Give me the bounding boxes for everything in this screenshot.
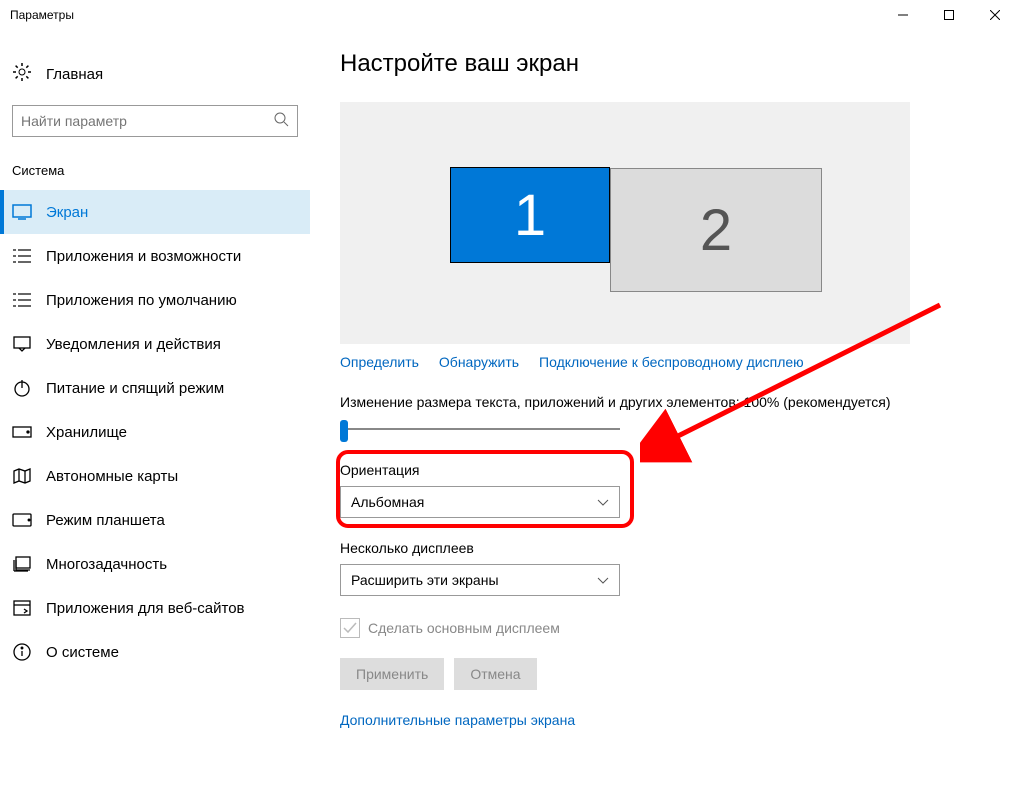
- defaults-icon: [12, 290, 32, 310]
- detect-link[interactable]: Обнаружить: [439, 354, 519, 370]
- sidebar-item-maps[interactable]: Автономные карты: [0, 454, 310, 498]
- nav-label: Приложения для веб-сайтов: [46, 600, 245, 617]
- sidebar-item-default-apps[interactable]: Приложения по умолчанию: [0, 278, 310, 322]
- orientation-label: Ориентация: [340, 462, 988, 478]
- page-title: Настройте ваш экран: [340, 50, 988, 78]
- sidebar-item-power[interactable]: Питание и спящий режим: [0, 366, 310, 410]
- sidebar: Главная Система Экран Приложения и возмо…: [0, 30, 310, 791]
- make-main-checkbox: Сделать основным дисплеем: [340, 618, 988, 638]
- multitask-icon: [12, 554, 32, 574]
- make-main-label: Сделать основным дисплеем: [368, 620, 560, 636]
- sidebar-item-notifications[interactable]: Уведомления и действия: [0, 322, 310, 366]
- nav-label: Автономные карты: [46, 468, 178, 485]
- checkbox-icon: [340, 618, 360, 638]
- sidebar-item-display[interactable]: Экран: [0, 190, 310, 234]
- slider-thumb[interactable]: [340, 420, 348, 442]
- home-label: Главная: [46, 66, 103, 83]
- sidebar-item-apps[interactable]: Приложения и возможности: [0, 234, 310, 278]
- monitor-1[interactable]: 1: [450, 167, 610, 263]
- window-title: Параметры: [10, 8, 74, 22]
- maximize-button[interactable]: [926, 0, 972, 30]
- scale-label: Изменение размера текста, приложений и д…: [340, 394, 988, 410]
- nav-label: Режим планшета: [46, 512, 165, 529]
- apply-button[interactable]: Применить: [340, 658, 444, 690]
- sidebar-item-storage[interactable]: Хранилище: [0, 410, 310, 454]
- window-titlebar: Параметры: [0, 0, 1018, 30]
- wireless-link[interactable]: Подключение к беспроводному дисплею: [539, 354, 804, 370]
- advanced-link[interactable]: Дополнительные параметры экрана: [340, 712, 575, 728]
- sidebar-item-multitask[interactable]: Многозадачность: [0, 542, 310, 586]
- orientation-combo[interactable]: Альбомная: [340, 486, 620, 518]
- tablet-icon: [12, 510, 32, 530]
- slider-track: [340, 428, 620, 430]
- scale-slider[interactable]: [340, 420, 620, 438]
- nav-label: Многозадачность: [46, 556, 167, 573]
- apps-list-icon: [12, 246, 32, 266]
- home-button[interactable]: Главная: [0, 54, 310, 95]
- minimize-button[interactable]: [880, 0, 926, 30]
- display-preview[interactable]: 1 2: [340, 102, 910, 344]
- gear-icon: [12, 62, 32, 87]
- storage-icon: [12, 422, 32, 442]
- power-icon: [12, 378, 32, 398]
- webapps-icon: [12, 598, 32, 618]
- sidebar-item-tablet[interactable]: Режим планшета: [0, 498, 310, 542]
- orientation-value: Альбомная: [351, 494, 424, 510]
- search-input[interactable]: [12, 105, 298, 137]
- nav-label: Питание и спящий режим: [46, 380, 224, 397]
- chevron-down-icon: [597, 572, 609, 588]
- chevron-down-icon: [597, 494, 609, 510]
- info-icon: [12, 642, 32, 662]
- sidebar-item-webapps[interactable]: Приложения для веб-сайтов: [0, 586, 310, 630]
- nav-label: Приложения по умолчанию: [46, 292, 237, 309]
- close-button[interactable]: [972, 0, 1018, 30]
- nav-label: О системе: [46, 644, 119, 661]
- maps-icon: [12, 466, 32, 486]
- section-label: Система: [0, 155, 310, 186]
- nav-label: Приложения и возможности: [46, 248, 241, 265]
- notifications-icon: [12, 334, 32, 354]
- search-text[interactable]: [21, 113, 273, 129]
- search-icon: [273, 111, 289, 132]
- nav-label: Хранилище: [46, 424, 127, 441]
- display-icon: [12, 202, 32, 222]
- multiple-value: Расширить эти экраны: [351, 572, 499, 588]
- multiple-combo[interactable]: Расширить эти экраны: [340, 564, 620, 596]
- sidebar-item-about[interactable]: О системе: [0, 630, 310, 674]
- cancel-button[interactable]: Отмена: [454, 658, 536, 690]
- nav-label: Экран: [46, 204, 88, 221]
- monitor-2[interactable]: 2: [610, 168, 822, 292]
- multiple-label: Несколько дисплеев: [340, 540, 988, 556]
- identify-link[interactable]: Определить: [340, 354, 419, 370]
- nav-label: Уведомления и действия: [46, 336, 221, 353]
